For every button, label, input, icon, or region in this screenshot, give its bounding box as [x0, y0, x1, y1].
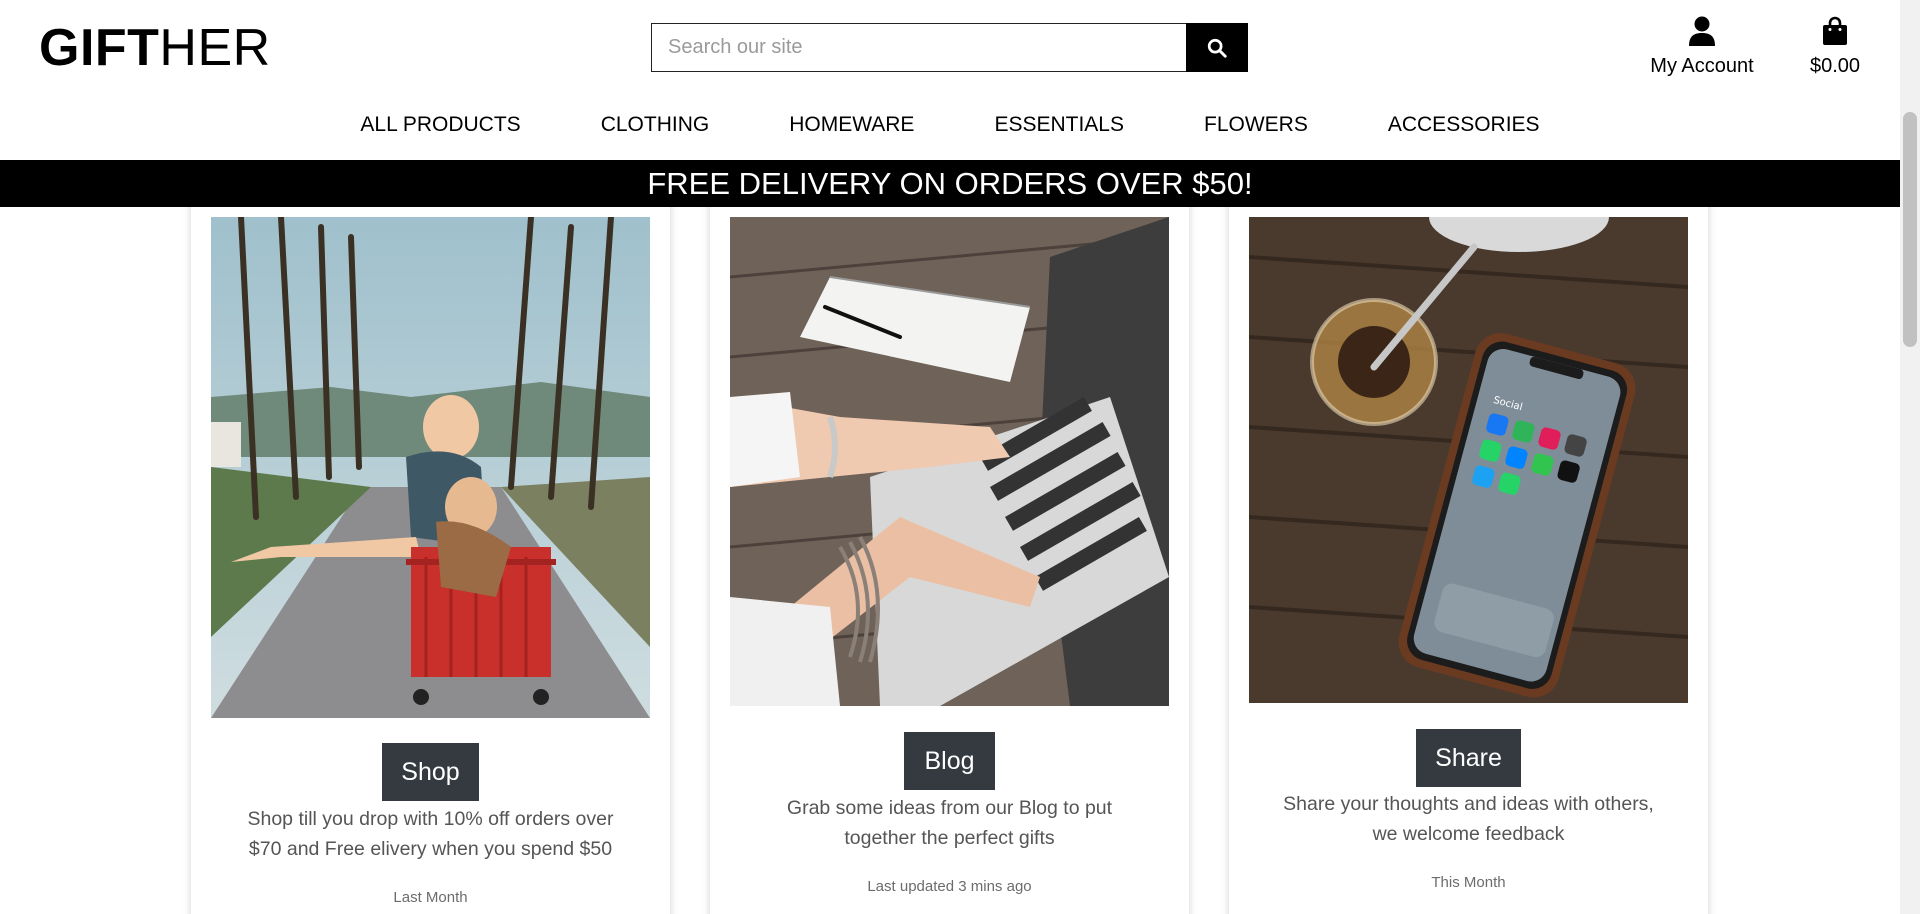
shopping-bag-icon	[1823, 16, 1847, 45]
scrollbar-thumb[interactable]	[1903, 112, 1917, 347]
page-scrollbar[interactable]	[1900, 0, 1920, 914]
shop-card-image	[211, 217, 650, 718]
blog-card-image	[730, 217, 1169, 706]
share-card-meta: This Month	[1431, 874, 1506, 891]
cart-total: $0.00	[1809, 55, 1861, 77]
site-header: GIFTHER My Account $0.00 ALL PRODUCTS CL…	[0, 0, 1900, 160]
blog-card-description: Grab some ideas from our Blog to put tog…	[786, 797, 1113, 849]
share-button[interactable]: Share	[1416, 729, 1521, 787]
cart-link[interactable]: $0.00	[1802, 16, 1868, 78]
blog-card: Blog Grab some ideas from our Blog to pu…	[710, 190, 1189, 914]
nav-essentials[interactable]: ESSENTIALS	[994, 110, 1124, 140]
nav-flowers[interactable]: FLOWERS	[1204, 110, 1308, 140]
search-icon	[1207, 38, 1227, 58]
nav-all-products[interactable]: ALL PRODUCTS	[360, 110, 520, 140]
shop-card-meta: Last Month	[393, 889, 468, 906]
shop-button[interactable]: Shop	[382, 743, 479, 801]
search-input[interactable]	[651, 23, 1186, 72]
nav-homeware[interactable]: HOMEWARE	[789, 110, 914, 140]
nav-accessories[interactable]: ACCESSORIES	[1388, 110, 1540, 140]
site-logo[interactable]: GIFTHER	[39, 22, 271, 74]
user-icon	[1689, 16, 1715, 46]
nav-clothing[interactable]: CLOTHING	[601, 110, 710, 140]
share-card-description: Share your thoughts and ideas with other…	[1283, 793, 1654, 845]
my-account-label: My Account	[1650, 55, 1754, 77]
my-account-link[interactable]: My Account	[1650, 16, 1754, 78]
share-card: Social Share Share your thoughts and ide…	[1229, 190, 1708, 914]
share-card-image: Social	[1249, 217, 1688, 703]
free-delivery-banner: FREE DELIVERY ON ORDERS OVER $50!	[0, 160, 1900, 207]
blog-button[interactable]: Blog	[904, 732, 995, 790]
logo-light-text: HER	[159, 19, 271, 77]
shop-card-description: Shop till you drop with 10% off orders o…	[247, 808, 614, 860]
search-button[interactable]	[1186, 23, 1248, 72]
shop-card: Shop Shop till you drop with 10% off ord…	[191, 190, 670, 914]
main-nav: ALL PRODUCTS CLOTHING HOMEWARE ESSENTIAL…	[0, 110, 1900, 140]
search-bar	[651, 23, 1248, 72]
logo-bold-text: GIFT	[39, 19, 160, 77]
blog-card-meta: Last updated 3 mins ago	[867, 878, 1032, 895]
